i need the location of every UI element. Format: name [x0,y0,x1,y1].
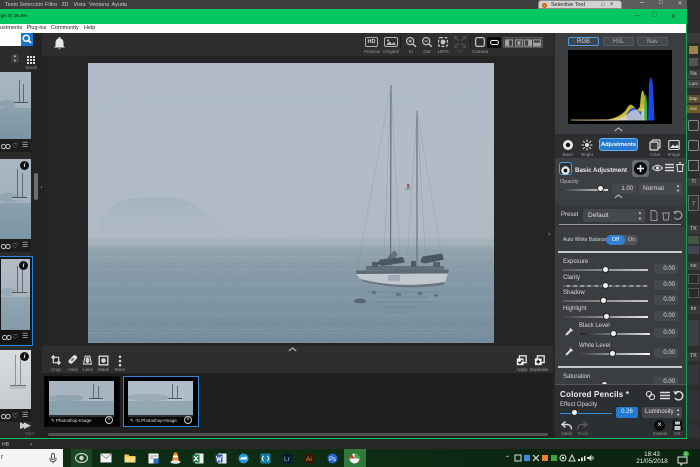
svg-text:Ps: Ps [329,457,336,463]
svg-text:Ai: Ai [306,456,312,463]
svg-text:Lr: Lr [284,456,291,463]
